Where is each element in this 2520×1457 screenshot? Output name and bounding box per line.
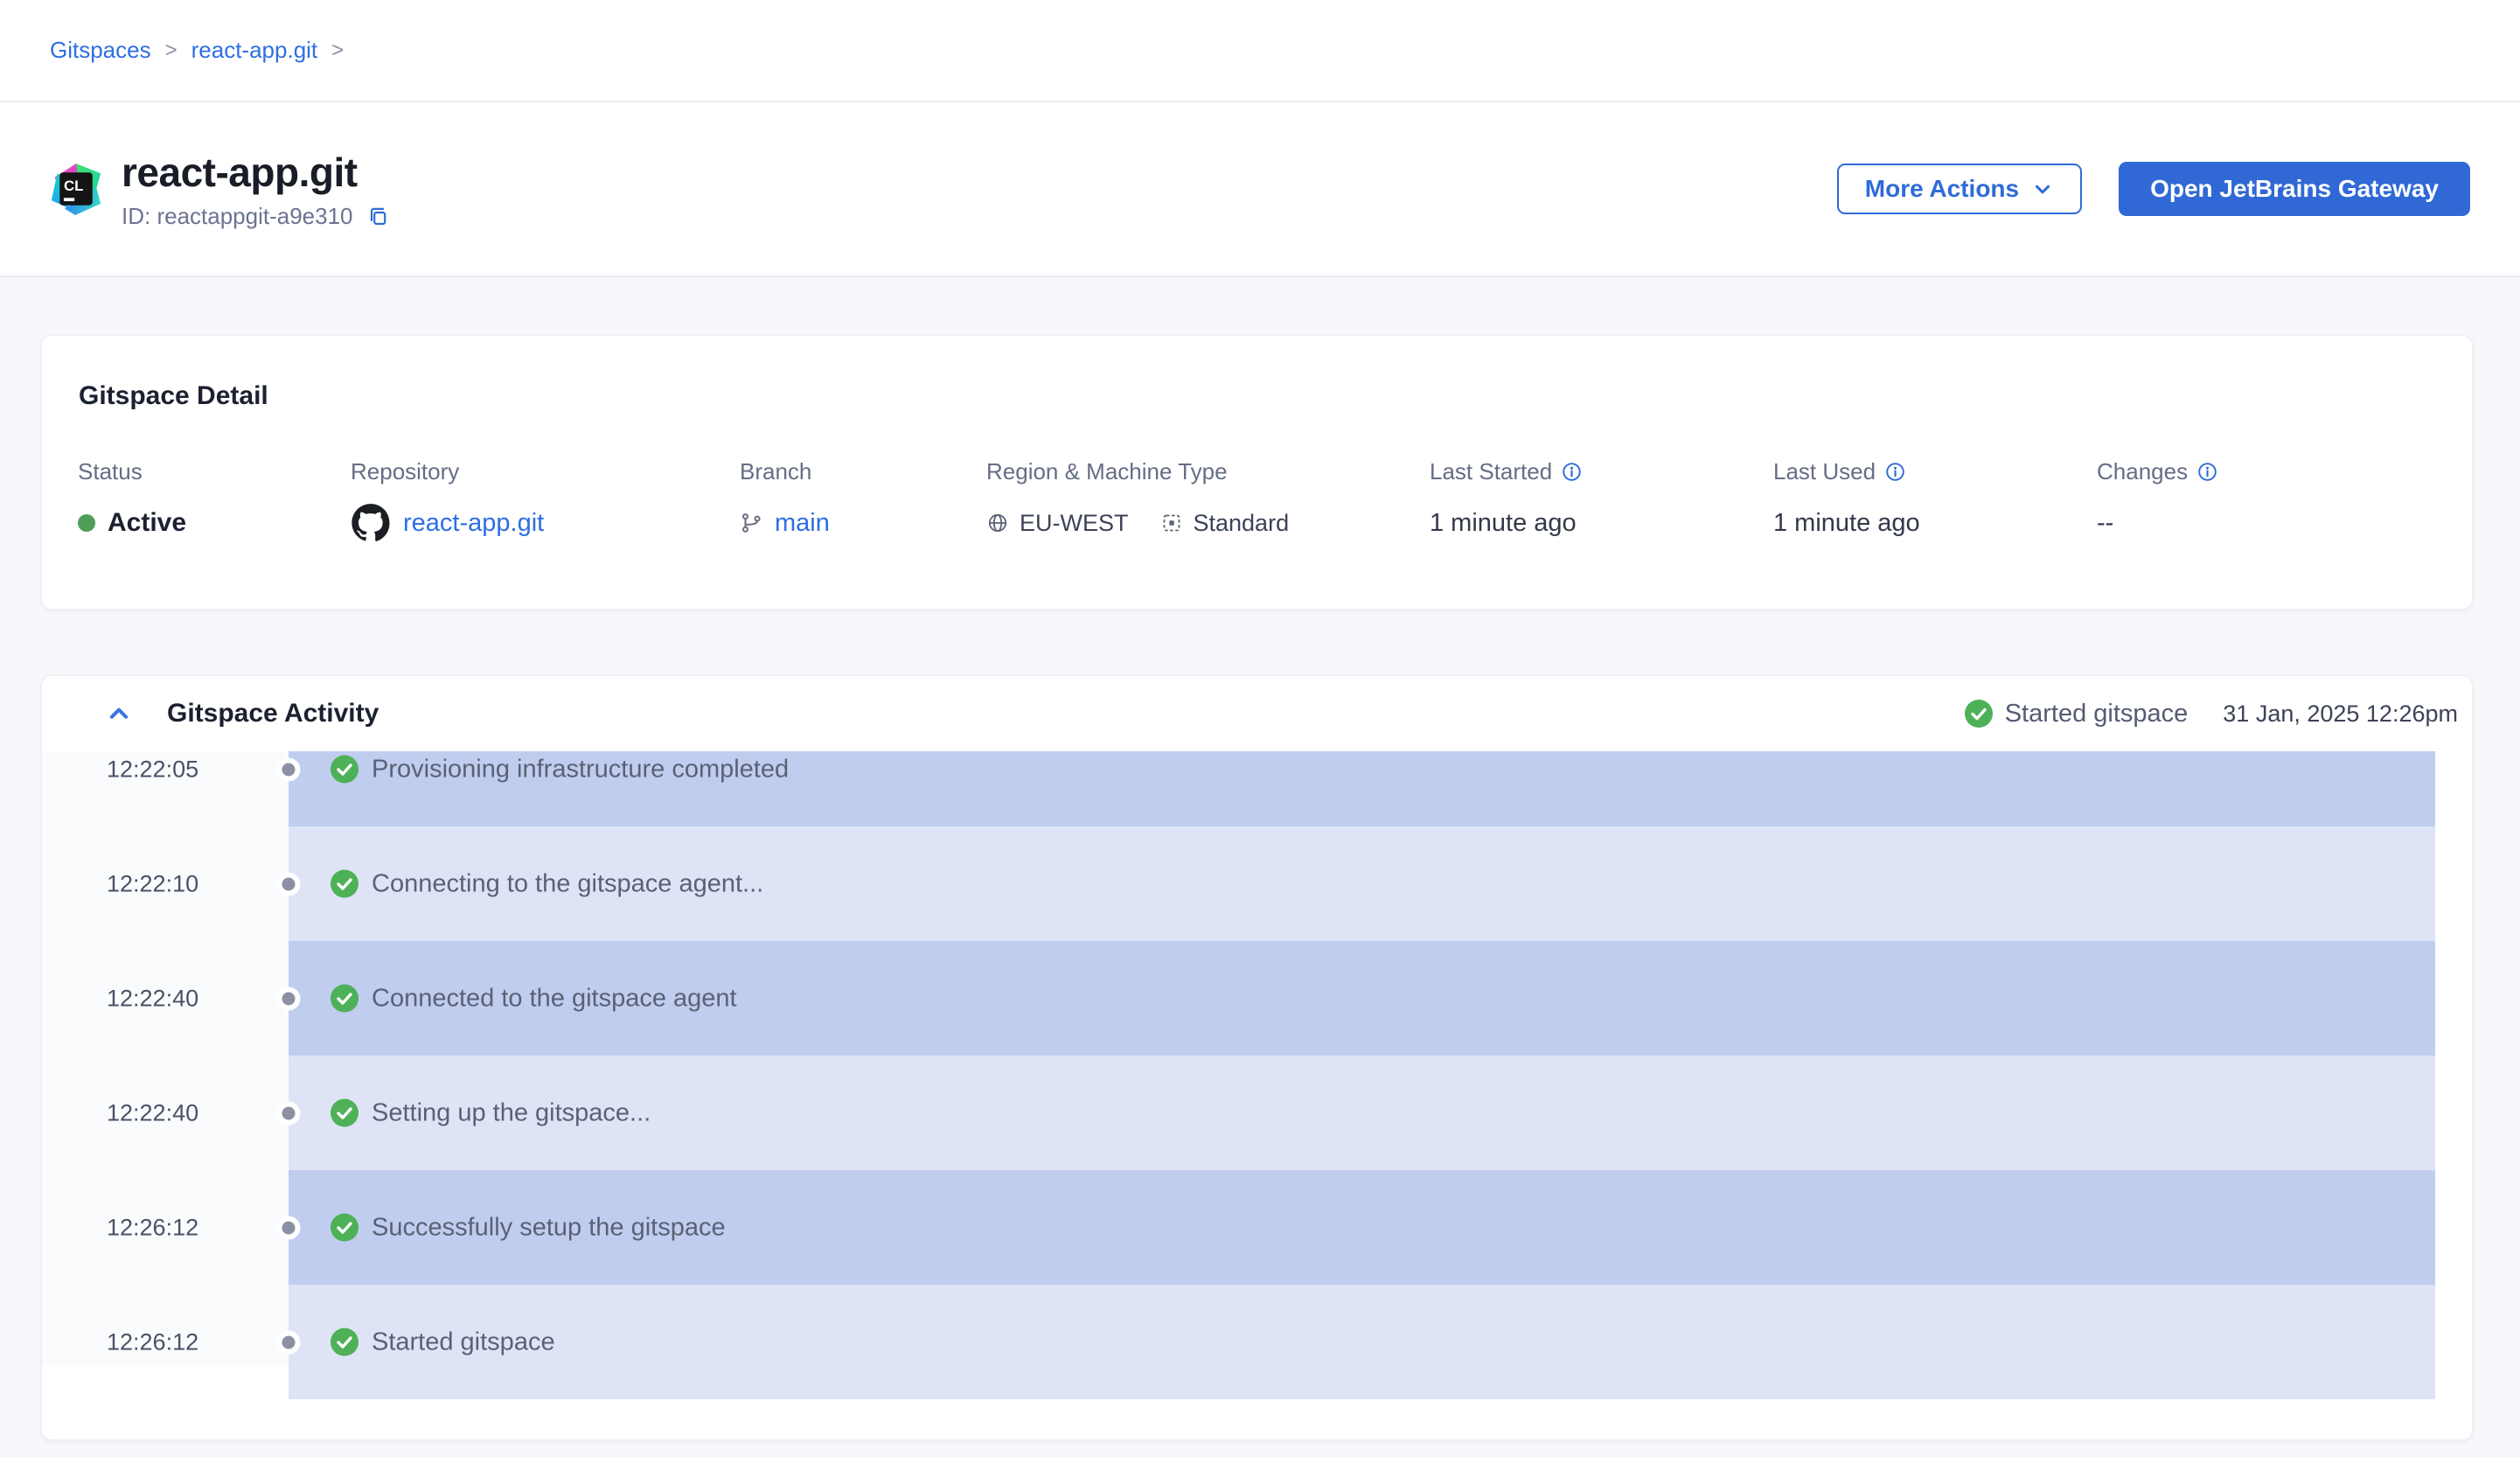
- page-header: CL react-app.git ID: reactappgit-a9e310: [0, 102, 2520, 277]
- log-message: Successfully setup the gitspace: [372, 1213, 726, 1242]
- field-changes: Changes --: [2097, 457, 2217, 544]
- activity-header: Gitspace Activity Started gitspace 31 Ja…: [42, 676, 2472, 751]
- info-icon[interactable]: [1885, 462, 1905, 482]
- gitspace-id-row: ID: reactappgit-a9e310: [122, 203, 389, 230]
- log-time: 12:22:40: [107, 1099, 198, 1126]
- log-message: Started gitspace: [372, 1328, 555, 1356]
- gitspace-activity-card: Gitspace Activity Started gitspace 31 Ja…: [41, 675, 2473, 1440]
- chevron-down-icon: [2031, 178, 2054, 200]
- field-status: Status Active: [78, 457, 186, 544]
- log-message: Connected to the gitspace agent: [372, 984, 737, 1013]
- machine-value: Standard: [1194, 510, 1290, 537]
- page-title: react-app.git: [122, 149, 389, 196]
- breadcrumb-separator-icon: >: [165, 38, 178, 63]
- log-row-background: [289, 1285, 2435, 1399]
- info-icon[interactable]: [2197, 462, 2217, 482]
- repository-label: Repository: [351, 457, 544, 486]
- changes-value: --: [2097, 509, 2113, 538]
- timeline-dot-icon: [282, 1106, 296, 1119]
- more-actions-button[interactable]: More Actions: [1837, 164, 2082, 214]
- check-circle-icon: [331, 1099, 359, 1127]
- status-badge: Started gitspace: [1965, 700, 2189, 728]
- field-last-started: Last Started 1 minute ago: [1430, 457, 1582, 544]
- log-message: Connecting to the gitspace agent...: [372, 869, 763, 898]
- git-branch-icon: [740, 512, 762, 534]
- status-value: Active: [108, 508, 186, 538]
- log-message: Setting up the gitspace...: [372, 1098, 651, 1127]
- svg-text:CL: CL: [64, 178, 83, 194]
- check-circle-icon: [1965, 700, 1993, 728]
- region-value-group: EU-WEST: [986, 510, 1129, 537]
- detail-heading: Gitspace Detail: [79, 381, 2435, 411]
- gitspace-id: ID: reactappgit-a9e310: [122, 203, 353, 230]
- activity-heading: Gitspace Activity: [167, 699, 379, 728]
- check-circle-icon: [331, 1328, 359, 1356]
- collapse-activity-button[interactable]: [106, 701, 132, 727]
- copy-icon: [365, 205, 389, 228]
- activity-log-row: 12:22:10 Connecting to the gitspace agen…: [42, 826, 2472, 941]
- last-started-label: Last Started: [1430, 458, 1552, 485]
- gitspace-detail-card: Gitspace Detail Status Active Repository…: [41, 335, 2473, 610]
- timeline-dot-icon: [282, 992, 296, 1005]
- region-value: EU-WEST: [1020, 510, 1129, 537]
- info-icon[interactable]: [1562, 462, 1582, 482]
- log-time: 12:26:12: [107, 1328, 198, 1356]
- machine-value-group: Standard: [1160, 510, 1290, 537]
- status-label: Status: [78, 457, 186, 486]
- globe-icon: [986, 512, 1009, 534]
- breadcrumb-bar: Gitspaces > react-app.git >: [0, 0, 2520, 102]
- breadcrumb: Gitspaces > react-app.git >: [50, 37, 344, 64]
- breadcrumb-link-gitspace-name[interactable]: react-app.git: [191, 37, 318, 64]
- field-branch: Branch main: [740, 457, 830, 544]
- field-last-used: Last Used 1 minute ago: [1773, 457, 1920, 544]
- activity-log-scroll-area[interactable]: 12:22:05 Provisioning infrastructure com…: [42, 751, 2472, 1404]
- breadcrumb-link-gitspaces[interactable]: Gitspaces: [50, 37, 151, 64]
- log-time: 12:22:40: [107, 985, 198, 1012]
- branch-label: Branch: [740, 457, 830, 486]
- check-circle-icon: [331, 870, 359, 898]
- last-used-label: Last Used: [1773, 458, 1876, 485]
- activity-log-row: 12:26:12 Successfully setup the gitspace: [42, 1170, 2472, 1285]
- field-region-machine: Region & Machine Type EU-WEST Standard: [986, 457, 1289, 544]
- open-jetbrains-gateway-button[interactable]: Open JetBrains Gateway: [2119, 162, 2470, 216]
- log-time: 12:26:12: [107, 1214, 198, 1241]
- check-circle-icon: [331, 756, 359, 784]
- region-machine-label: Region & Machine Type: [986, 457, 1289, 486]
- field-repository: Repository react-app.git: [351, 457, 544, 544]
- log-message: Provisioning infrastructure completed: [372, 755, 789, 784]
- last-used-value: 1 minute ago: [1773, 509, 1920, 538]
- copy-id-button[interactable]: [365, 205, 389, 228]
- timeline-dot-icon: [282, 877, 296, 890]
- header-actions: More Actions Open JetBrains Gateway: [1837, 162, 2470, 216]
- timeline-dot-icon: [282, 1221, 296, 1234]
- activity-log-row: 12:26:12 Started gitspace: [42, 1285, 2472, 1399]
- log-time: 12:22:10: [107, 870, 198, 897]
- more-actions-label: More Actions: [1865, 175, 2019, 203]
- last-started-value: 1 minute ago: [1430, 509, 1577, 538]
- title-column: react-app.git ID: reactappgit-a9e310: [122, 149, 389, 230]
- repository-link[interactable]: react-app.git: [403, 509, 544, 538]
- breadcrumb-separator-icon: >: [331, 38, 344, 63]
- chevron-up-icon: [106, 701, 132, 727]
- activity-status-group: Started gitspace 31 Jan, 2025 12:26pm: [1965, 700, 2458, 728]
- title-group: CL react-app.git ID: reactappgit-a9e310: [50, 149, 389, 230]
- activity-timestamp: 31 Jan, 2025 12:26pm: [2223, 701, 2458, 728]
- activity-log-row: 12:22:40 Setting up the gitspace...: [42, 1056, 2472, 1170]
- log-time: 12:22:05: [107, 756, 198, 783]
- status-active-dot-icon: [78, 514, 95, 532]
- status-badge-label: Started gitspace: [2005, 700, 2189, 728]
- timeline-dot-icon: [282, 1335, 296, 1349]
- check-circle-icon: [331, 985, 359, 1013]
- activity-log-row: 12:22:05 Provisioning infrastructure com…: [42, 751, 2472, 826]
- gateway-button-label: Open JetBrains Gateway: [2150, 175, 2439, 203]
- activity-log-row: 12:22:40 Connected to the gitspace agent: [42, 941, 2472, 1056]
- clion-ide-logo-icon: CL: [50, 163, 102, 215]
- timeline-dot-icon: [282, 763, 296, 776]
- machine-type-icon: [1160, 512, 1183, 534]
- check-circle-icon: [331, 1214, 359, 1242]
- github-icon: [351, 503, 391, 543]
- changes-label: Changes: [2097, 458, 2188, 485]
- branch-link[interactable]: main: [775, 509, 830, 538]
